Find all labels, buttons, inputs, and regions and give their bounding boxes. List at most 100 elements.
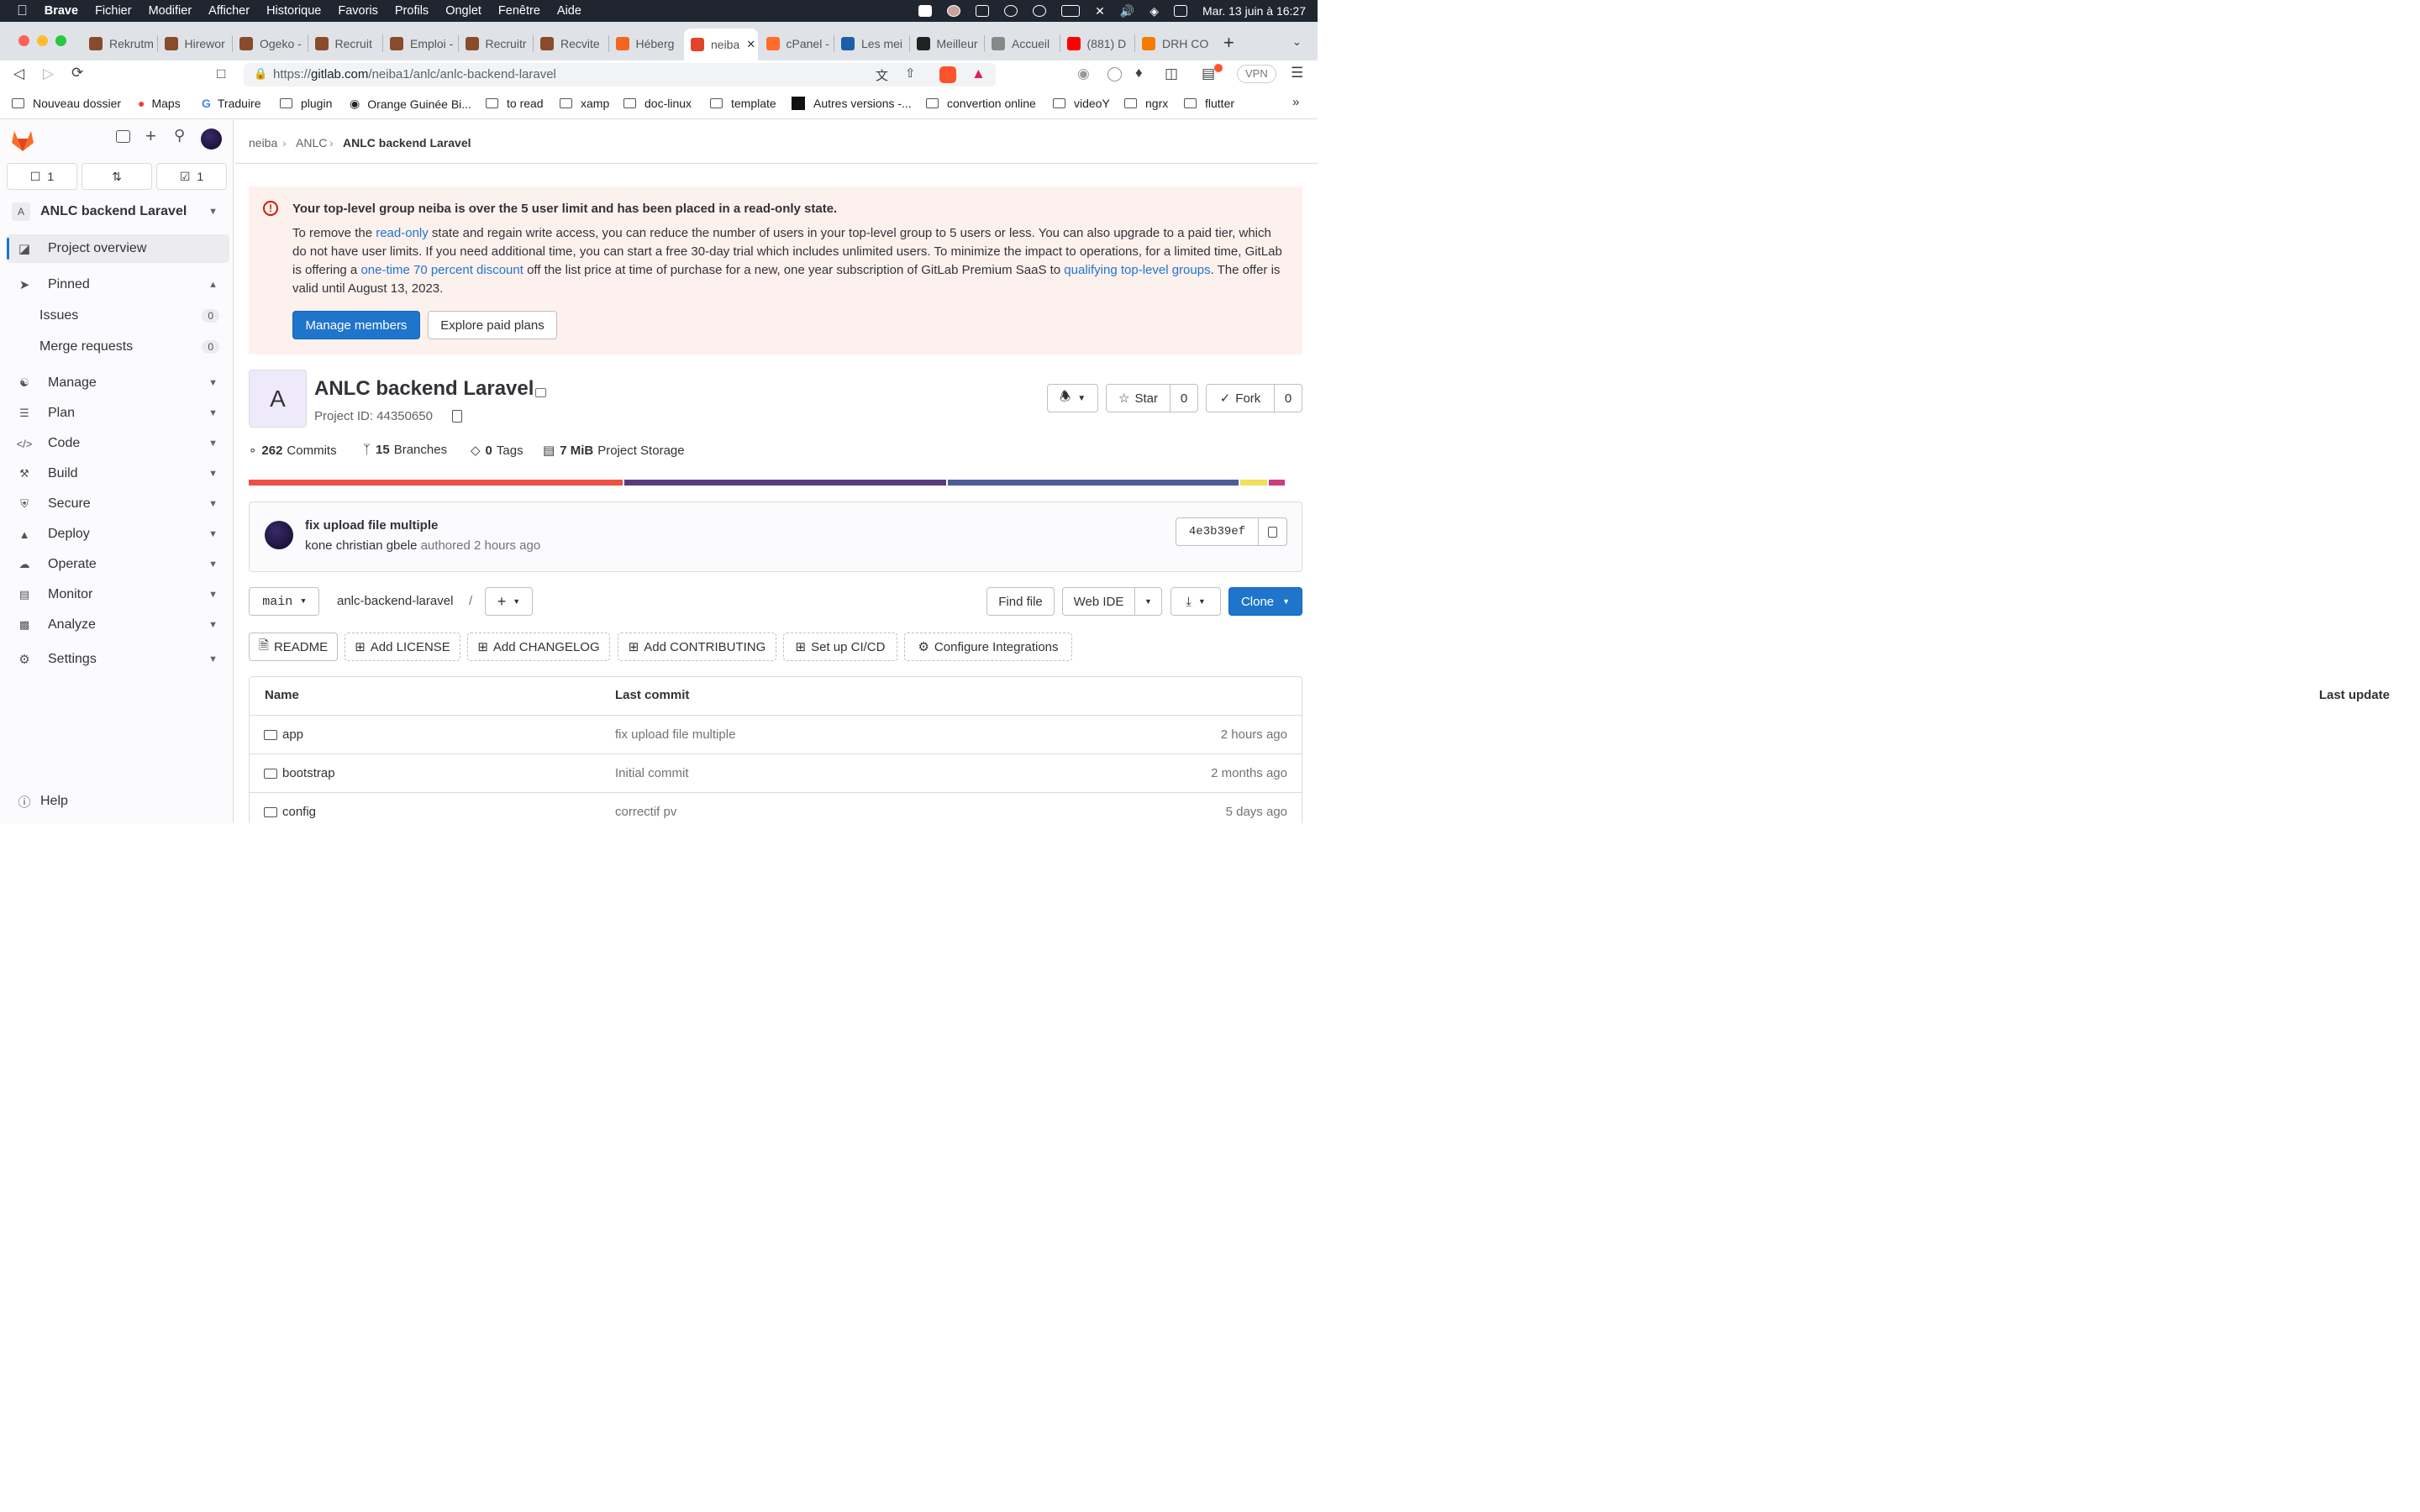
brave-rewards-icon[interactable]: ▲ bbox=[971, 66, 986, 82]
user-icon[interactable] bbox=[1033, 5, 1047, 17]
configure-integrations-button[interactable]: ⚙ Configure Integrations bbox=[904, 633, 1072, 661]
manage-members-button[interactable]: Manage members bbox=[292, 311, 420, 339]
bookmark-flutter[interactable]: flutter bbox=[1184, 97, 1234, 110]
breadcrumb-project[interactable]: ANLC backend Laravel bbox=[343, 136, 471, 150]
tags-stat[interactable]: ◇ 0 Tags bbox=[471, 443, 523, 459]
language-segment[interactable] bbox=[249, 480, 623, 486]
language-segment[interactable] bbox=[624, 480, 946, 486]
last-commit-message[interactable]: Initial commit bbox=[615, 766, 689, 780]
create-new-icon[interactable]: + bbox=[145, 125, 156, 147]
project-switcher[interactable]: A ANLC backend Laravel ▼ bbox=[7, 197, 229, 226]
sidebar-item-build[interactable]: ⚒ Build ▼ bbox=[7, 459, 229, 488]
add-contributing-button[interactable]: ⊞ Add CONTRIBUTING bbox=[618, 633, 776, 661]
menu-onglet[interactable]: Onglet bbox=[445, 4, 481, 18]
bookmark-maps[interactable]: ● Maps bbox=[138, 97, 181, 110]
bookmark-plugin[interactable]: plugin bbox=[280, 97, 332, 110]
merge-requests-button[interactable]: ⇅ bbox=[82, 163, 152, 190]
star-count[interactable]: 0 bbox=[1170, 384, 1198, 412]
explore-paid-plans-button[interactable]: Explore paid plans bbox=[428, 311, 557, 339]
find-file-button[interactable]: Find file bbox=[986, 587, 1055, 616]
camera-icon[interactable]: ◉ bbox=[1077, 66, 1090, 82]
language-segment[interactable] bbox=[948, 480, 1239, 486]
bookmark-template[interactable]: template bbox=[710, 97, 776, 110]
bookmark-doc-linux[interactable]: doc-linux bbox=[623, 97, 692, 110]
close-tab-icon[interactable]: ✕ bbox=[746, 38, 755, 51]
add-changelog-button[interactable]: ⊞ Add CHANGELOG bbox=[467, 633, 610, 661]
bookmark-xamp[interactable]: xamp bbox=[560, 97, 609, 110]
branches-stat[interactable]: ᛉ 15 Branches bbox=[363, 443, 447, 457]
menu-profils[interactable]: Profils bbox=[395, 4, 429, 18]
add-to-tree-button[interactable]: + ▼ bbox=[485, 587, 533, 616]
author-avatar[interactable] bbox=[265, 521, 293, 549]
avatar-status-icon[interactable] bbox=[947, 5, 961, 17]
browser-tab[interactable]: (881) D bbox=[1060, 30, 1134, 57]
url-text[interactable]: https://gitlab.com/neiba1/anlc/anlc-back… bbox=[273, 67, 556, 81]
apple-icon[interactable]:  bbox=[17, 3, 28, 19]
gitlab-logo-icon[interactable] bbox=[10, 129, 35, 152]
file-name-link[interactable]: bootstrap bbox=[264, 766, 335, 780]
download-button[interactable]: ⤓ ▼ bbox=[1171, 587, 1221, 616]
bookmark-videoy[interactable]: videoY bbox=[1053, 97, 1110, 110]
reload-icon[interactable]: ⟳ bbox=[71, 65, 83, 81]
sidebar-item-analyze[interactable]: ▩ Analyze ▼ bbox=[7, 611, 229, 639]
table-row[interactable]: bootstrap Initial commit 2 months ago bbox=[250, 753, 1302, 792]
browser-tab[interactable]: Emploi - bbox=[383, 30, 457, 57]
bookmark-autres-versions[interactable]: Autres versions -... bbox=[792, 97, 912, 110]
menubar-clock[interactable]: Mar. 13 juin à 16:27 bbox=[1202, 4, 1306, 18]
sidebar-item-code[interactable]: </> Code ▼ bbox=[7, 429, 229, 458]
sidebar-item-plan[interactable]: ☰ Plan ▼ bbox=[7, 399, 229, 428]
add-license-button[interactable]: ⊞ Add LICENSE bbox=[345, 633, 460, 661]
file-name-link[interactable]: app bbox=[264, 727, 303, 742]
sidebar-item-settings[interactable]: ⚙ Settings ▼ bbox=[7, 645, 229, 674]
wallet-icon[interactable]: ▤ bbox=[1202, 66, 1215, 82]
qualifying-groups-link[interactable]: qualifying top-level groups bbox=[1064, 263, 1210, 277]
browser-tab[interactable]: Hirewor bbox=[158, 30, 232, 57]
repo-path[interactable]: anlc-backend-laravel bbox=[337, 594, 453, 608]
web-ide-dropdown[interactable]: ▼ bbox=[1134, 587, 1162, 616]
sidebar-item-project-overview[interactable]: ◪ Project overview bbox=[7, 234, 229, 263]
back-icon[interactable]: ◁ bbox=[13, 66, 24, 82]
copy-sha-button[interactable] bbox=[1258, 517, 1287, 546]
notification-settings-button[interactable]: 🕭 ▼ bbox=[1047, 384, 1098, 412]
file-name-link[interactable]: config bbox=[264, 805, 316, 819]
translate-icon[interactable]: 文 bbox=[876, 66, 888, 84]
battery-icon[interactable] bbox=[1061, 5, 1081, 17]
menu-fichier[interactable]: Fichier bbox=[95, 4, 132, 18]
new-tab-icon[interactable]: + bbox=[1223, 32, 1234, 54]
commits-stat[interactable]: ∘ 262 Commits bbox=[249, 443, 337, 459]
setup-cicd-button[interactable]: ⊞ Set up CI/CD bbox=[783, 633, 897, 661]
menubar-app-name[interactable]: Brave bbox=[45, 4, 78, 18]
bookmark-traduire[interactable]: G Traduire bbox=[202, 97, 261, 110]
search-icon[interactable]: ⚲ bbox=[174, 127, 185, 144]
bookmark-to-read[interactable]: to read bbox=[486, 97, 544, 110]
sidebar-item-issues[interactable]: Issues 0 bbox=[7, 302, 229, 330]
more-bookmarks-icon[interactable]: » bbox=[1292, 95, 1299, 109]
breadcrumb-anlc[interactable]: ANLC bbox=[296, 136, 327, 150]
menu-aide[interactable]: Aide bbox=[557, 4, 581, 18]
control-center-icon[interactable] bbox=[1174, 5, 1188, 17]
collapse-sidebar-icon[interactable] bbox=[116, 130, 130, 143]
language-segment[interactable] bbox=[1269, 480, 1285, 486]
brave-shields-icon[interactable] bbox=[939, 66, 956, 83]
extension-circle-icon[interactable]: ◯ bbox=[1107, 66, 1123, 82]
clone-button[interactable]: Clone ▼ bbox=[1228, 587, 1302, 616]
lock-icon[interactable]: 🔒 bbox=[254, 67, 267, 81]
share-icon[interactable]: ⇧ bbox=[905, 66, 916, 81]
storage-stat[interactable]: ▤ 7 MiB Project Storage bbox=[543, 443, 685, 459]
browser-tab[interactable]: Recruit bbox=[308, 30, 382, 57]
sidebar-pinned-header[interactable]: ➤ Pinned ▲ bbox=[7, 270, 229, 299]
last-commit-message[interactable]: fix upload file multiple bbox=[615, 727, 735, 742]
checkbox-status-icon[interactable] bbox=[918, 5, 933, 17]
vpn-button[interactable]: VPN bbox=[1237, 65, 1276, 83]
browser-tab[interactable]: Les mei bbox=[834, 30, 908, 57]
browser-tab[interactable]: Accueil bbox=[985, 30, 1059, 57]
browser-tab[interactable]: Meilleur bbox=[910, 30, 984, 57]
sidebar-item-monitor[interactable]: ▤ Monitor ▼ bbox=[7, 580, 229, 609]
copy-id-icon[interactable] bbox=[452, 410, 462, 423]
browser-tab[interactable]: DRH CO bbox=[1135, 30, 1209, 57]
browser-tab[interactable]: Recruitr bbox=[459, 30, 533, 57]
commit-author[interactable]: kone christian gbele bbox=[305, 538, 417, 553]
bookmark-page-icon[interactable]: □ bbox=[217, 66, 225, 82]
browser-tab[interactable]: neiba ✕ bbox=[684, 29, 758, 60]
bookmark-nouveau-dossier[interactable]: Nouveau dossier bbox=[12, 97, 121, 110]
